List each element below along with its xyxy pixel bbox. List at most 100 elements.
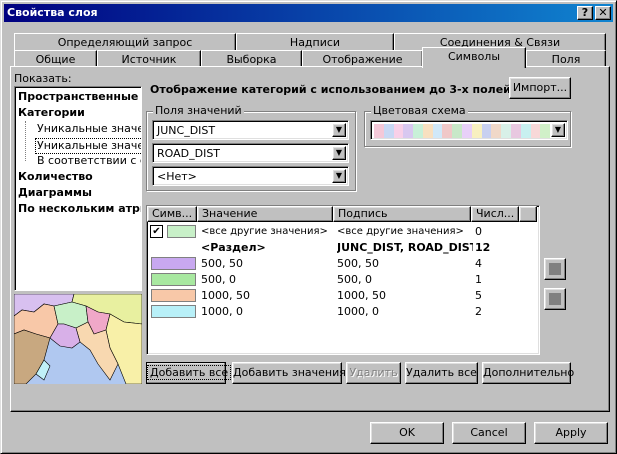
table-row[interactable]: 1000, 0 1000, 0 2 bbox=[147, 304, 541, 320]
table-body: ✔ <все другие значения> <все другие значен… bbox=[147, 224, 537, 352]
cancel-button[interactable]: Cancel bbox=[452, 422, 526, 444]
value-field-2-dropdown[interactable]: ROAD_DIST ▼ bbox=[152, 143, 349, 163]
chevron-down-icon[interactable]: ▼ bbox=[332, 146, 346, 160]
value-field-1-value: JUNC_DIST bbox=[157, 124, 216, 137]
value-field-3-value: <Нет> bbox=[157, 170, 197, 183]
table-row[interactable]: <Раздел> JUNC_DIST, ROAD_DIST 12 bbox=[147, 240, 541, 256]
tree-item-multiple-attributes[interactable]: По нескольким атрибутам bbox=[18, 202, 141, 216]
window-title: Свойства слоя bbox=[7, 6, 98, 19]
color-ramp-swatch bbox=[403, 124, 414, 138]
symbol-swatch[interactable] bbox=[151, 273, 196, 286]
chevron-down-icon[interactable]: ▼ bbox=[551, 123, 565, 137]
color-ramp-swatch bbox=[481, 124, 492, 138]
help-button[interactable]: ? bbox=[577, 6, 593, 20]
tree-item-categories[interactable]: Категории bbox=[18, 106, 85, 120]
color-ramp-swatch bbox=[530, 124, 541, 138]
color-ramp-swatch bbox=[383, 124, 394, 138]
color-ramp-swatch bbox=[520, 124, 531, 138]
value-cell: 500, 50 bbox=[201, 257, 243, 270]
count-cell: 1 bbox=[475, 273, 482, 286]
count-cell: 4 bbox=[475, 257, 482, 270]
color-ramp-swatch bbox=[432, 124, 443, 138]
title-bar: Свойства слоя ? ✕ bbox=[4, 4, 613, 22]
show-label: Показать: bbox=[14, 72, 72, 85]
remove-button[interactable]: Удалить bbox=[346, 362, 401, 384]
tab-labels[interactable]: Надписи bbox=[236, 33, 394, 51]
ok-button[interactable]: OK bbox=[370, 422, 444, 444]
values-table: Симв... Значение Подпись Числ... ✔ <все д… bbox=[146, 205, 540, 355]
label-cell: 500, 0 bbox=[337, 273, 372, 286]
color-ramp-swatch bbox=[540, 124, 551, 138]
tree-item-unique-values[interactable]: Уникальные значения bbox=[37, 122, 141, 136]
column-header-value[interactable]: Значение bbox=[197, 206, 333, 222]
move-up-button[interactable] bbox=[544, 258, 566, 280]
value-cell: 1000, 0 bbox=[201, 305, 243, 318]
color-ramp-swatch bbox=[413, 124, 423, 138]
column-header-label[interactable]: Подпись bbox=[333, 206, 471, 222]
add-all-label: Добавить все bbox=[147, 365, 232, 380]
table-row[interactable]: ✔ <все другие значения> <все другие значен… bbox=[147, 224, 541, 240]
tree-item-unique-values-many-fields[interactable]: Уникальные значения, многие поля bbox=[35, 138, 141, 154]
table-row[interactable]: 500, 50 500, 50 4 bbox=[147, 256, 541, 272]
preview-map-image bbox=[14, 294, 142, 384]
import-button[interactable]: Импорт... bbox=[509, 77, 571, 99]
count-cell: 0 bbox=[475, 225, 482, 238]
layer-properties-window: Свойства слоя ? ✕ Определяющий запрос На… bbox=[0, 0, 617, 454]
label-cell: JUNC_DIST, ROAD_DIST bbox=[337, 241, 473, 254]
add-values-button[interactable]: Добавить значения bbox=[232, 362, 346, 384]
close-button[interactable]: ✕ bbox=[595, 6, 611, 20]
advanced-button[interactable]: Дополнительно bbox=[482, 362, 574, 384]
arrow-down-icon bbox=[549, 293, 561, 305]
color-ramp bbox=[374, 124, 551, 138]
color-ramp-swatch bbox=[442, 124, 453, 138]
color-ramp-swatch bbox=[452, 124, 463, 138]
tree-connector bbox=[25, 121, 26, 161]
tree-item-match-style[interactable]: В соответствии с символами в стиле bbox=[37, 154, 141, 168]
color-scheme-label: Цветовая схема bbox=[371, 104, 468, 117]
color-ramp-swatch bbox=[491, 124, 502, 138]
renderer-description: Отображение категорий с использованием д… bbox=[150, 83, 516, 96]
color-scheme-dropdown[interactable]: ▼ bbox=[370, 120, 568, 140]
show-tree: Пространственные объекты Категории Уника… bbox=[14, 86, 142, 291]
value-field-2-value: ROAD_DIST bbox=[157, 147, 221, 160]
value-cell: 1000, 50 bbox=[201, 289, 250, 302]
value-cell: <Раздел> bbox=[201, 241, 266, 254]
move-down-button[interactable] bbox=[544, 288, 566, 310]
tree-item-features[interactable]: Пространственные объекты bbox=[18, 90, 141, 104]
column-header-filler bbox=[519, 206, 537, 222]
tab-definition-query[interactable]: Определяющий запрос bbox=[14, 33, 236, 51]
count-cell: 2 bbox=[475, 305, 482, 318]
tree-item-quantities[interactable]: Количество bbox=[18, 170, 93, 184]
add-all-button[interactable]: Добавить все bbox=[146, 362, 232, 384]
value-field-1-dropdown[interactable]: JUNC_DIST ▼ bbox=[152, 120, 349, 140]
column-header-symbol[interactable]: Симв... bbox=[147, 206, 197, 222]
value-field-3-dropdown[interactable]: <Нет> ▼ bbox=[152, 166, 349, 186]
color-ramp-swatch bbox=[501, 124, 511, 138]
arrow-up-icon bbox=[549, 263, 561, 275]
symbol-swatch[interactable] bbox=[167, 225, 196, 238]
column-header-count[interactable]: Числ... bbox=[471, 206, 519, 222]
color-ramp-swatch bbox=[422, 124, 433, 138]
color-ramp-swatch bbox=[510, 124, 521, 138]
symbol-swatch[interactable] bbox=[151, 289, 196, 302]
symbol-swatch[interactable] bbox=[151, 257, 196, 270]
row-checkbox[interactable]: ✔ bbox=[150, 225, 163, 238]
count-cell: 5 bbox=[475, 289, 482, 302]
remove-all-button[interactable]: Удалить все bbox=[405, 362, 478, 384]
count-cell: 12 bbox=[475, 241, 491, 254]
value-cell: 500, 0 bbox=[201, 273, 236, 286]
color-ramp-swatch bbox=[471, 124, 482, 138]
color-ramp-swatch bbox=[462, 124, 472, 138]
chevron-down-icon[interactable]: ▼ bbox=[332, 123, 346, 137]
table-row[interactable]: 500, 0 500, 0 1 bbox=[147, 272, 541, 288]
symbol-swatch[interactable] bbox=[151, 305, 196, 318]
label-cell: <все другие значения> bbox=[337, 226, 464, 237]
table-row[interactable]: 1000, 50 1000, 50 5 bbox=[147, 288, 541, 304]
value-fields-label: Поля значений bbox=[153, 104, 244, 117]
chevron-down-icon[interactable]: ▼ bbox=[332, 169, 346, 183]
apply-button[interactable]: Apply bbox=[534, 422, 608, 444]
label-cell: 500, 50 bbox=[337, 257, 379, 270]
color-ramp-swatch bbox=[374, 124, 384, 138]
tree-item-charts[interactable]: Диаграммы bbox=[18, 186, 92, 200]
tab-symbology[interactable]: Символы bbox=[422, 47, 526, 68]
